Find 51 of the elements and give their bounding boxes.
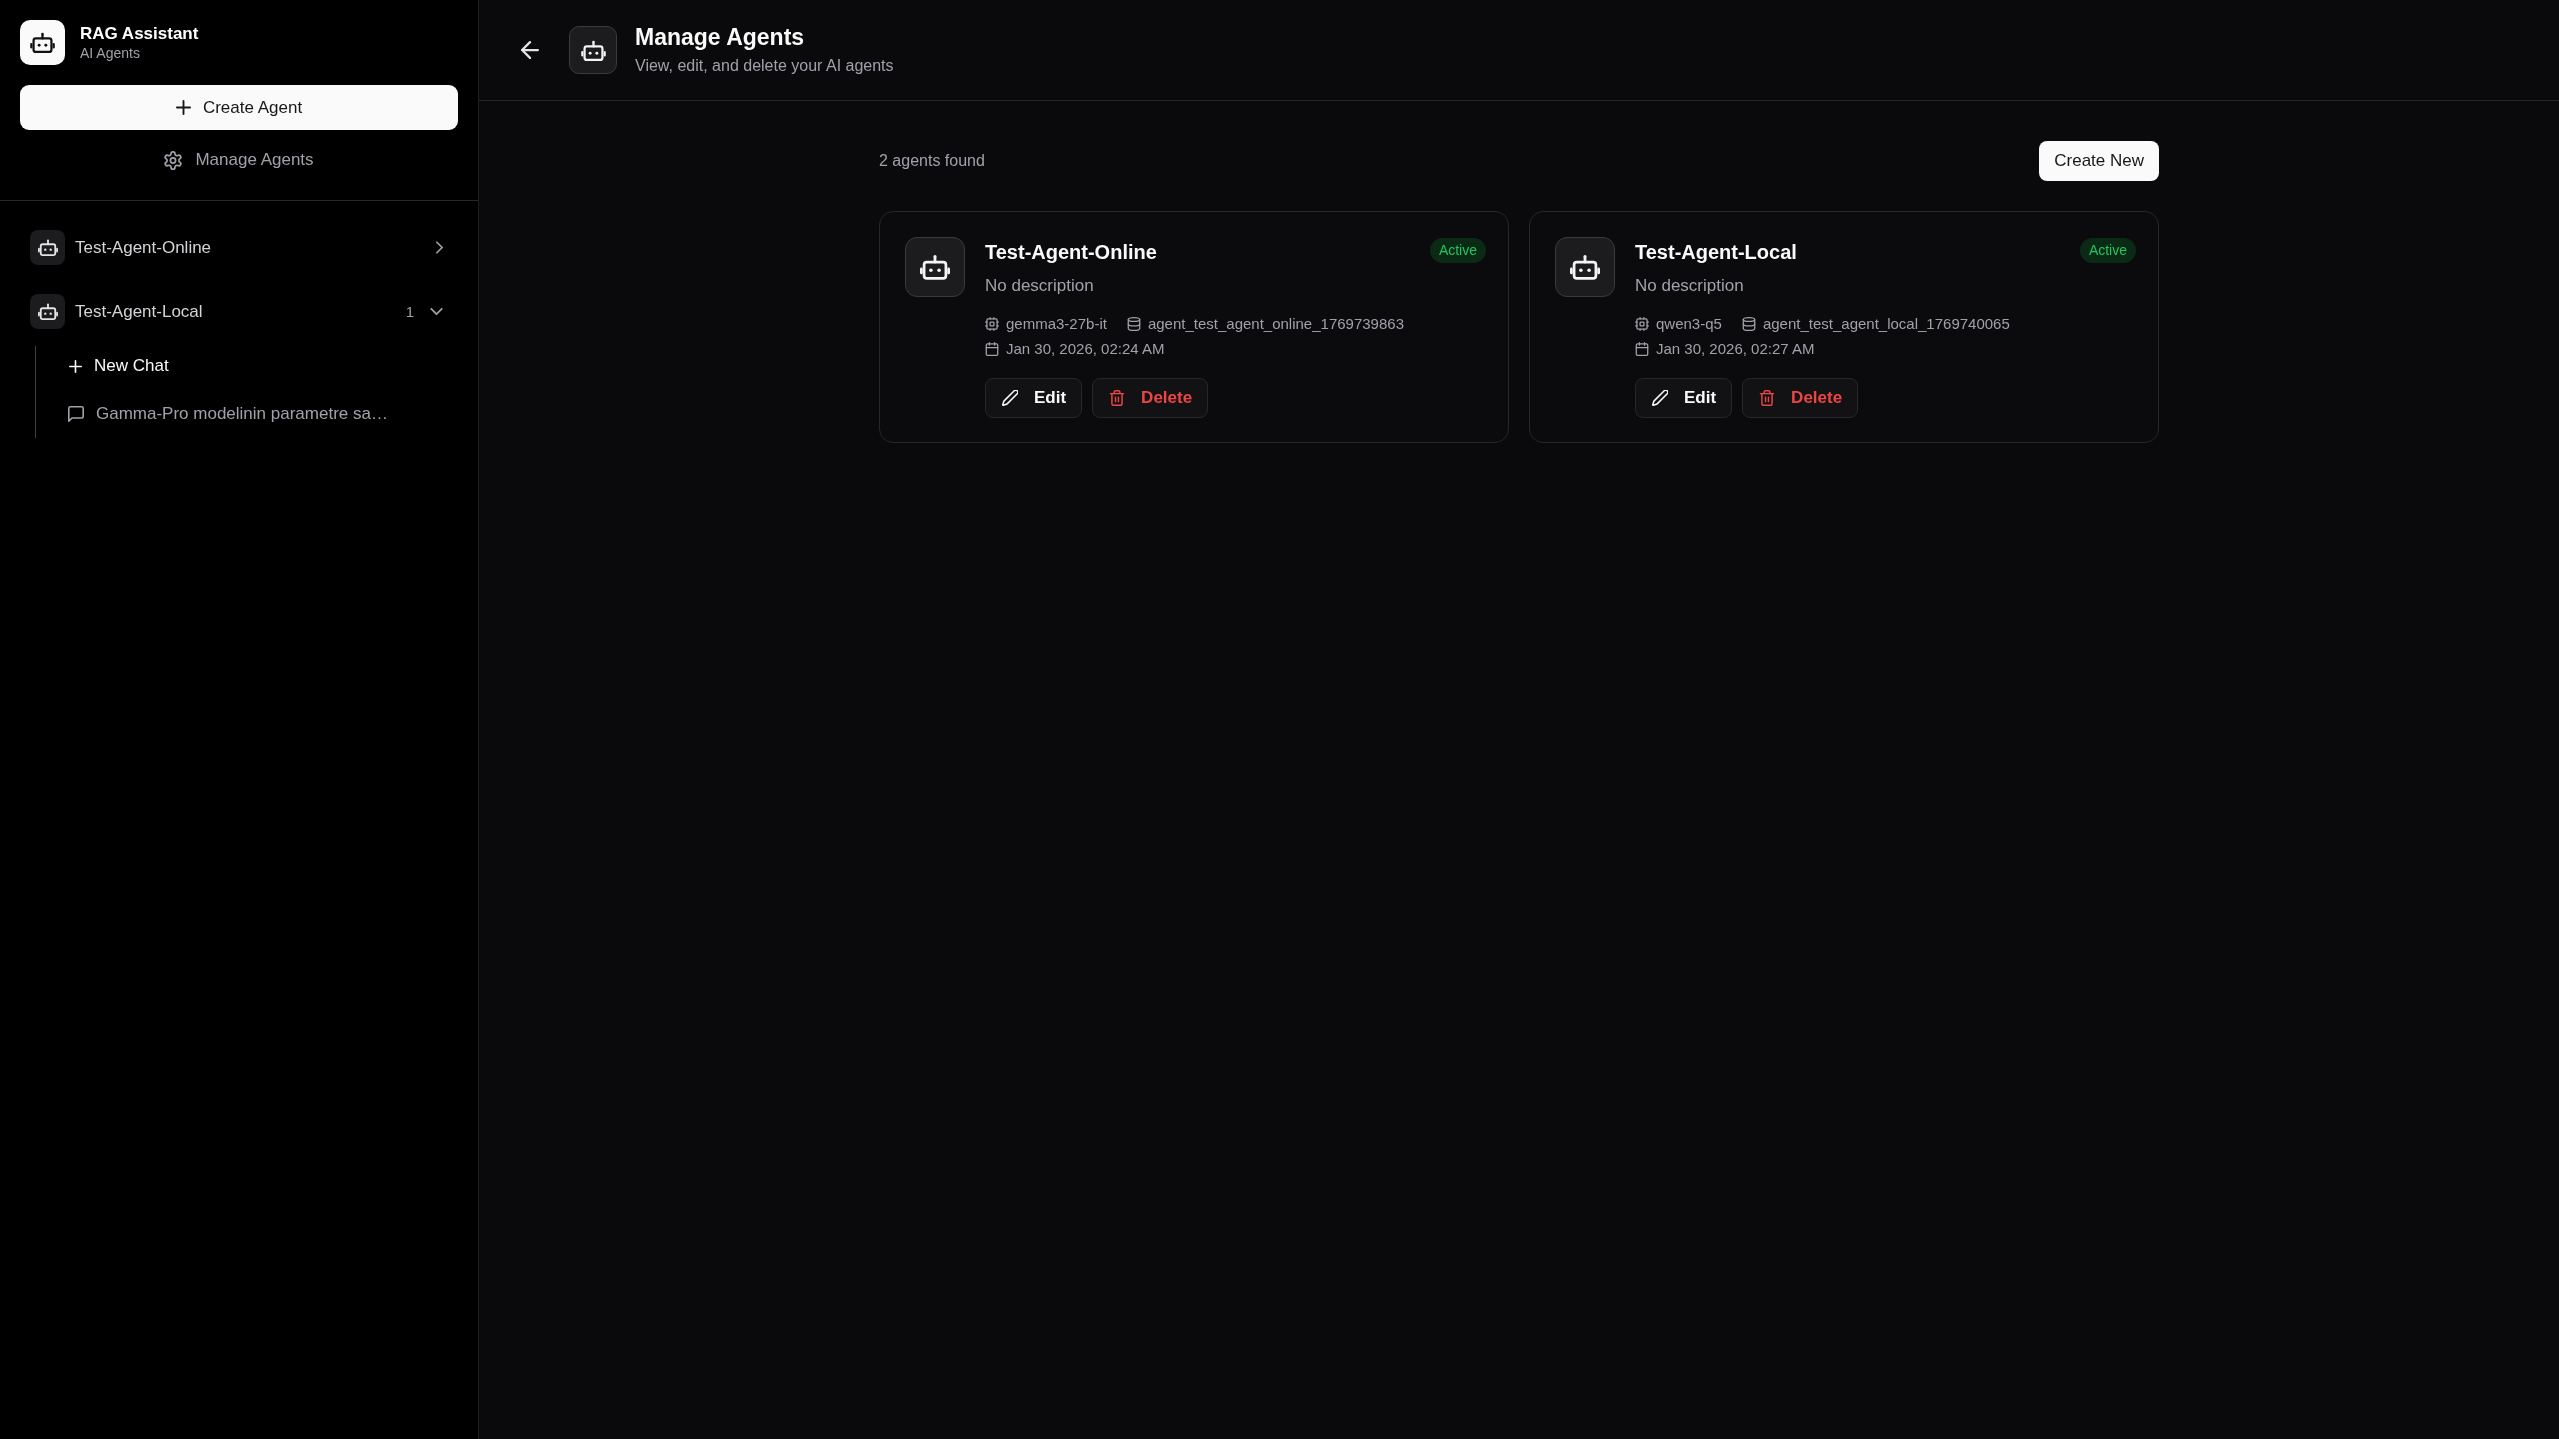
app-title: RAG Assistant [80,23,199,44]
database-icon [1126,317,1141,331]
collection-name: agent_test_agent_online_1769739863 [1147,314,1404,334]
agent-description: No description [985,275,1095,297]
model-name: gemma3-27b-it [1006,314,1107,334]
chip-icon [985,317,999,331]
edit-button[interactable]: Edit [1635,378,1733,418]
chat-count: 1 [405,303,414,320]
created-date: Jan 30, 2026, 02:27 AM [1656,339,1815,359]
agent-description: No description [1635,275,1745,297]
collection-name: agent_test_agent_local_1769740065 [1762,314,2010,334]
robot-icon [30,294,65,329]
trash-icon [1109,390,1126,406]
chat-bubble-icon [68,406,84,422]
settings-icon [164,150,183,170]
pencil-icon [1002,390,1018,406]
agent-title: Test-Agent-Online [985,240,1157,265]
plus-icon [69,359,82,373]
chat-item[interactable]: Gamma-Pro modelinin parametre sa… [68,394,388,434]
calendar-icon [985,342,999,356]
trash-icon [1759,390,1776,406]
delete-button[interactable]: Delete [1742,378,1859,418]
chevron-right-icon[interactable] [436,241,443,254]
pencil-icon [1652,390,1668,406]
robot-icon [1555,237,1615,297]
status-badge: Active [2079,238,2136,263]
delete-button[interactable]: Delete [1092,378,1209,418]
agents-count-text: 2 agents found [879,152,985,170]
robot-logo-icon [20,20,65,65]
app-subtitle: AI Agents [80,43,141,62]
edit-button[interactable]: Edit [985,378,1083,418]
calendar-icon [1635,342,1649,356]
page-subtitle: View, edit, and delete your AI agents [635,56,894,76]
create-new-button[interactable]: Create New [2039,141,2159,181]
create-agent-button[interactable]: Create Agent [20,85,458,130]
status-badge: Active [1429,238,1486,263]
chevron-down-icon[interactable] [430,308,443,315]
database-icon [1741,317,1756,331]
robot-icon [569,26,617,74]
robot-icon [30,230,65,265]
page-title: Manage Agents [635,23,806,51]
sidebar-agent-item[interactable]: Test-Agent-Online [20,223,458,272]
chip-icon [1635,317,1649,331]
plus-icon [175,100,191,115]
robot-icon [905,237,965,297]
created-date: Jan 30, 2026, 02:24 AM [1006,339,1165,359]
new-chat-button[interactable]: New Chat [68,346,169,386]
agent-title: Test-Agent-Local [1635,240,1797,265]
model-name: qwen3-q5 [1656,314,1722,334]
sidebar-agent-item[interactable]: Test-Agent-Local 1 [20,287,458,336]
manage-agents-button[interactable]: Manage Agents [160,145,318,175]
